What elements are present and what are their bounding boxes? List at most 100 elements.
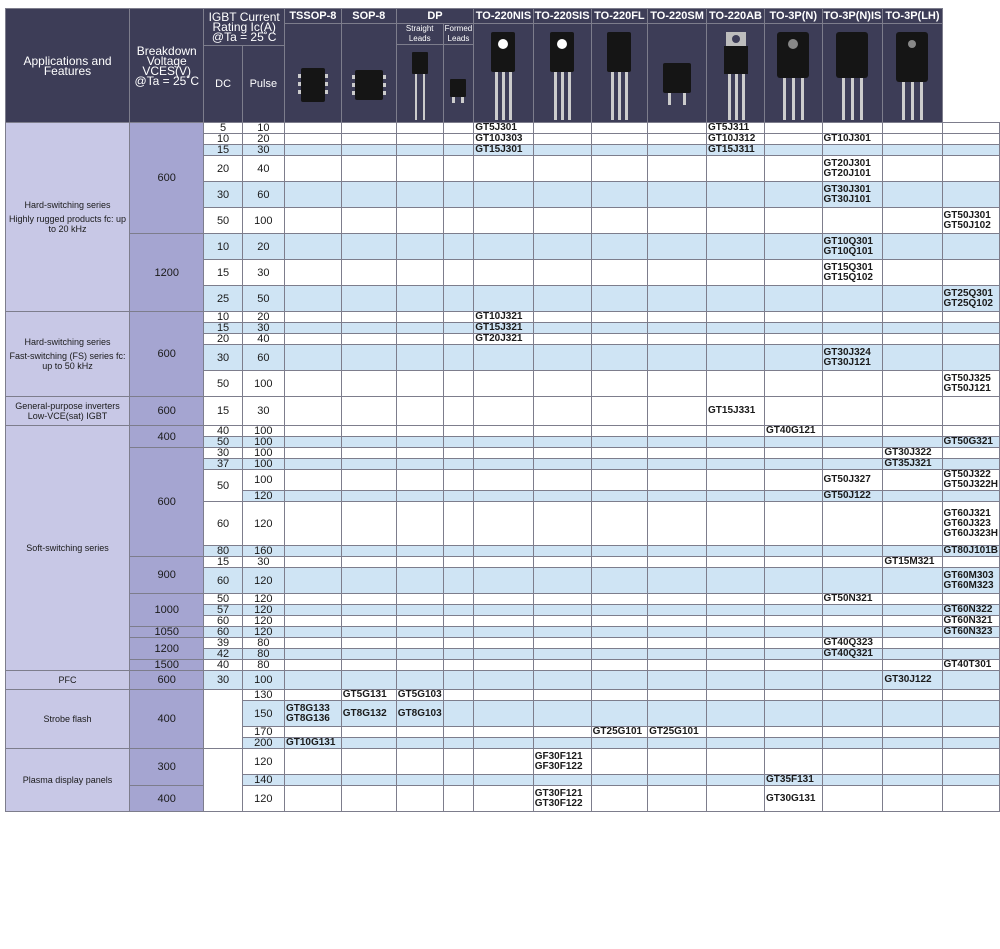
part-number-cell xyxy=(706,181,765,208)
part-number-cell xyxy=(442,344,475,371)
part-number-cell xyxy=(442,458,475,470)
part-number-cell: GT15J301 xyxy=(473,144,534,156)
part-number-cell: GT15Q301 GT15Q102 xyxy=(821,259,884,286)
breakdown-voltage-cell: 1050 xyxy=(129,626,205,638)
part-number-cell: GT10J301 xyxy=(821,133,884,145)
part-number-cell: GT15J311 xyxy=(706,144,765,156)
part-number-cell xyxy=(283,626,342,638)
application-cell: Plasma display panels xyxy=(4,748,131,812)
part-number-cell xyxy=(340,233,397,260)
table-row: 1200 39 80 GT40Q323 xyxy=(6,637,1000,660)
part-number-cell xyxy=(590,396,649,426)
part-number-cell: GT50J325 GT50J121 xyxy=(941,370,1000,397)
part-number-cell xyxy=(473,259,534,286)
part-number-cell xyxy=(340,425,397,437)
part-number-cell xyxy=(340,567,397,594)
part-number-cell xyxy=(821,567,884,594)
part-number-cell: GT5J311 xyxy=(706,122,765,134)
part-number-cell xyxy=(647,490,708,502)
product-rows: Hard-switching series Highly rugged produ… xyxy=(4,122,1000,812)
part-number-cell xyxy=(706,207,765,234)
part-number-cell xyxy=(941,233,1000,260)
part-number-cell xyxy=(340,726,397,738)
application-label: PFC xyxy=(58,675,77,685)
part-number-cell: GT5J301 xyxy=(473,122,534,134)
pkg-to3pn: TO-3P(N) xyxy=(764,8,823,24)
part-number-cell xyxy=(941,458,1000,470)
pkg-dp: DP xyxy=(395,8,475,24)
part-number-cell: GT10G131 xyxy=(283,737,342,749)
part-number-cell xyxy=(473,490,534,502)
part-number-cell xyxy=(395,458,444,470)
part-number-cell xyxy=(442,425,475,437)
part-number-cell xyxy=(473,748,534,775)
pkg-to3pnis: TO-3P(N)IS xyxy=(821,8,884,24)
part-number-cell xyxy=(882,648,943,660)
part-number-cell xyxy=(442,144,475,156)
part-number-cell xyxy=(941,689,1000,701)
part-number-cell xyxy=(532,567,592,594)
part-number-cell xyxy=(706,322,765,334)
part-number-cell xyxy=(882,436,943,448)
part-number-cell xyxy=(340,144,397,156)
part-number-cell xyxy=(395,259,444,286)
pulse-current-cell: 120 xyxy=(241,567,285,594)
pkg-to220ab: TO-220AB xyxy=(706,8,765,24)
part-number-cell xyxy=(395,737,444,749)
part-number-cell: GT8G132 xyxy=(340,700,397,727)
part-number-cell xyxy=(941,785,1000,812)
part-number-cell xyxy=(590,233,649,260)
part-number-cell xyxy=(941,155,1000,182)
part-number-cell xyxy=(283,436,342,448)
part-number-cell xyxy=(706,648,765,660)
part-number-cell xyxy=(764,737,823,749)
part-number-cell xyxy=(941,333,1000,345)
part-number-cell xyxy=(442,626,475,638)
part-number-cell xyxy=(340,593,397,605)
part-number-cell xyxy=(473,556,534,568)
part-number-cell xyxy=(764,458,823,470)
part-number-cell xyxy=(532,436,592,448)
part-number-cell xyxy=(764,122,823,134)
part-number-cell xyxy=(647,556,708,568)
part-number-cell xyxy=(473,737,534,749)
part-number-cell xyxy=(882,774,943,786)
part-number-cell xyxy=(647,567,708,594)
part-number-cell xyxy=(442,556,475,568)
part-number-cell xyxy=(882,689,943,701)
part-number-cell xyxy=(340,458,397,470)
part-number-cell: GT30J301 GT30J101 xyxy=(821,181,884,208)
part-number-cell xyxy=(473,155,534,182)
part-number-cell xyxy=(647,285,708,312)
part-number-cell xyxy=(821,689,884,701)
part-number-cell xyxy=(706,604,765,616)
part-number-cell xyxy=(821,785,884,812)
part-number-cell xyxy=(647,233,708,260)
part-number-cell xyxy=(706,333,765,345)
part-number-cell: GT50J301 GT50J102 xyxy=(941,207,1000,234)
part-number-cell xyxy=(882,425,943,437)
application-cell: PFC xyxy=(4,670,131,690)
dc-current-cell: 10 xyxy=(203,133,243,145)
part-number-cell xyxy=(882,748,943,775)
ic-package-icon xyxy=(297,68,328,102)
part-number-cell xyxy=(395,785,444,812)
breakdown-voltage-cell: 1200 xyxy=(129,233,205,312)
dc-current-cell: 30 xyxy=(203,670,243,690)
part-number-cell xyxy=(821,396,884,426)
dc-current-cell: 10 xyxy=(203,233,243,260)
dc-current-cell: 40 xyxy=(203,425,243,437)
part-number-cell xyxy=(473,181,534,208)
part-number-cell xyxy=(442,207,475,234)
part-number-cell xyxy=(764,447,823,459)
part-number-cell xyxy=(532,233,592,260)
part-number-cell xyxy=(442,333,475,345)
part-number-cell xyxy=(882,144,943,156)
part-number-cell xyxy=(340,604,397,616)
part-number-cell xyxy=(764,726,823,738)
transistor-icon xyxy=(491,32,516,120)
part-number-cell xyxy=(532,144,592,156)
part-number-cell xyxy=(941,556,1000,568)
part-number-cell xyxy=(532,637,592,649)
part-number-cell xyxy=(941,490,1000,502)
